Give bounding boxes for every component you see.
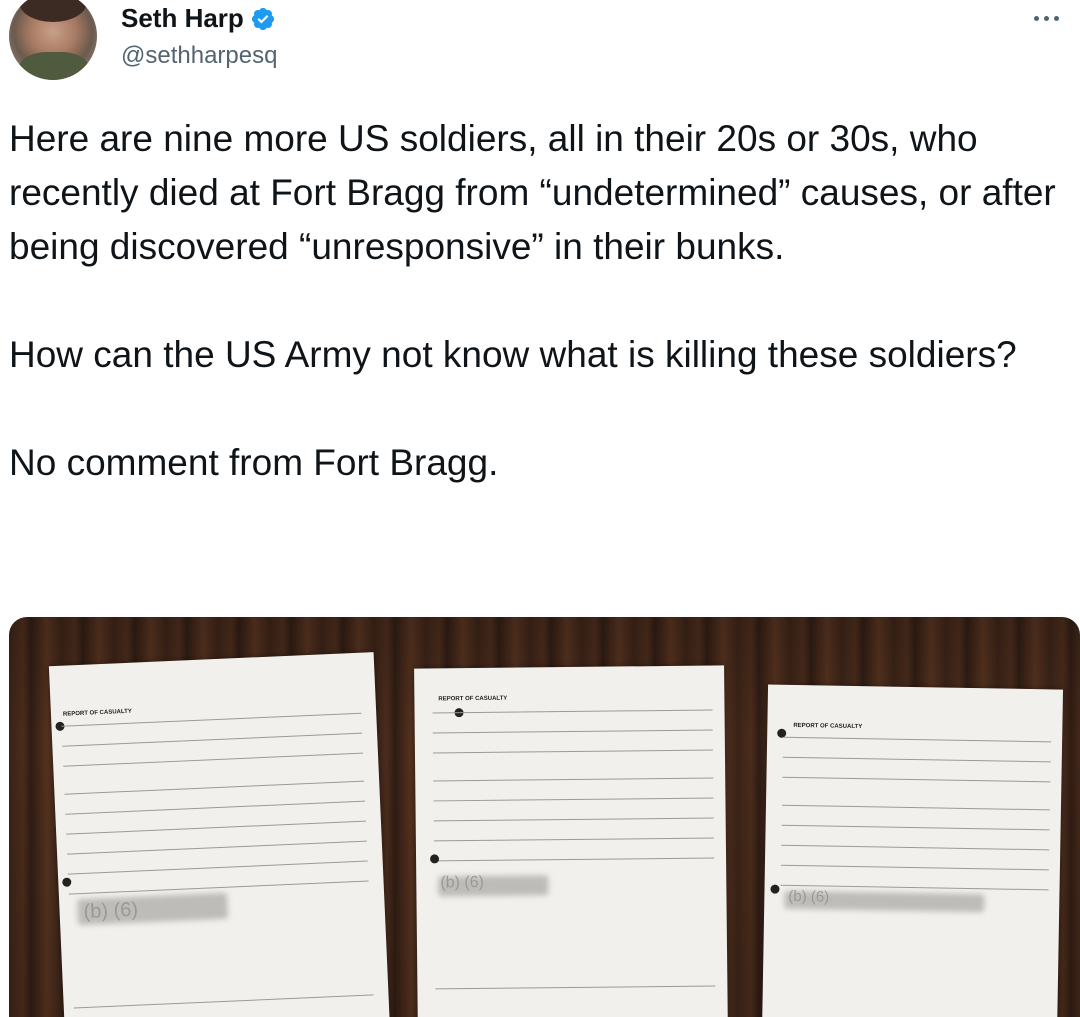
tweet-header: Seth Harp @sethharpesq xyxy=(0,0,1080,100)
form-line xyxy=(67,840,367,855)
more-options-icon[interactable] xyxy=(1026,6,1066,30)
form-line xyxy=(781,844,1050,851)
tweet-text: Here are nine more US soldiers, all in t… xyxy=(9,112,1074,490)
form-line xyxy=(435,985,716,990)
tweet-paragraph-1: Here are nine more US soldiers, all in t… xyxy=(9,118,1056,267)
report-title: REPORT OF CASUALTY xyxy=(438,695,508,703)
form-line xyxy=(433,817,714,822)
avatar-hair xyxy=(19,0,87,22)
form-line xyxy=(781,824,1050,831)
report-title: REPORT OF CASUALTY xyxy=(793,722,863,731)
form-line xyxy=(432,749,713,754)
casualty-report-document: REPORT OF CASUALTY (b) (6) xyxy=(414,665,728,1017)
form-line xyxy=(63,752,363,767)
form-line xyxy=(433,797,714,802)
form-line xyxy=(433,837,714,842)
tweet-media-photo[interactable]: REPORT OF CASUALTY (b) (6) REPORT OF CAS… xyxy=(9,617,1080,1017)
casualty-report-document: REPORT OF CASUALTY (b) (6) xyxy=(761,684,1064,1017)
tweet-paragraph-2: How can the US Army not know what is kil… xyxy=(9,334,1017,375)
avatar[interactable] xyxy=(9,0,97,80)
punch-hole xyxy=(430,854,440,864)
report-title: REPORT OF CASUALTY xyxy=(62,708,132,718)
form-line xyxy=(65,800,366,815)
redaction-label: (b) (6) xyxy=(440,873,484,892)
handle[interactable]: @sethharpesq xyxy=(121,42,277,70)
redaction-label: (b) (6) xyxy=(83,898,139,923)
form-line xyxy=(67,860,368,875)
form-line xyxy=(432,729,713,734)
redaction-label: (b) (6) xyxy=(788,887,830,906)
form-line xyxy=(66,820,366,835)
punch-hole xyxy=(62,877,72,887)
display-name[interactable]: Seth Harp xyxy=(121,3,244,34)
dot xyxy=(1053,15,1059,21)
form-line xyxy=(434,857,715,862)
verified-badge-icon xyxy=(251,7,274,30)
casualty-report-document: REPORT OF CASUALTY (b) (6) xyxy=(48,652,391,1017)
form-line xyxy=(782,756,1051,763)
dot xyxy=(1043,15,1049,21)
form-line xyxy=(433,777,714,782)
tweet-paragraph-3: No comment from Fort Bragg. xyxy=(9,442,499,483)
dot xyxy=(1033,15,1039,21)
form-line xyxy=(780,864,1049,871)
form-line xyxy=(781,804,1050,811)
form-line xyxy=(782,776,1051,783)
punch-hole xyxy=(770,884,780,894)
form-line xyxy=(64,780,365,795)
form-line xyxy=(62,732,363,747)
form-line xyxy=(73,994,374,1009)
name-row: Seth Harp xyxy=(121,3,276,34)
form-line xyxy=(432,709,713,714)
avatar-shirt xyxy=(19,52,89,80)
form-line xyxy=(783,736,1052,743)
